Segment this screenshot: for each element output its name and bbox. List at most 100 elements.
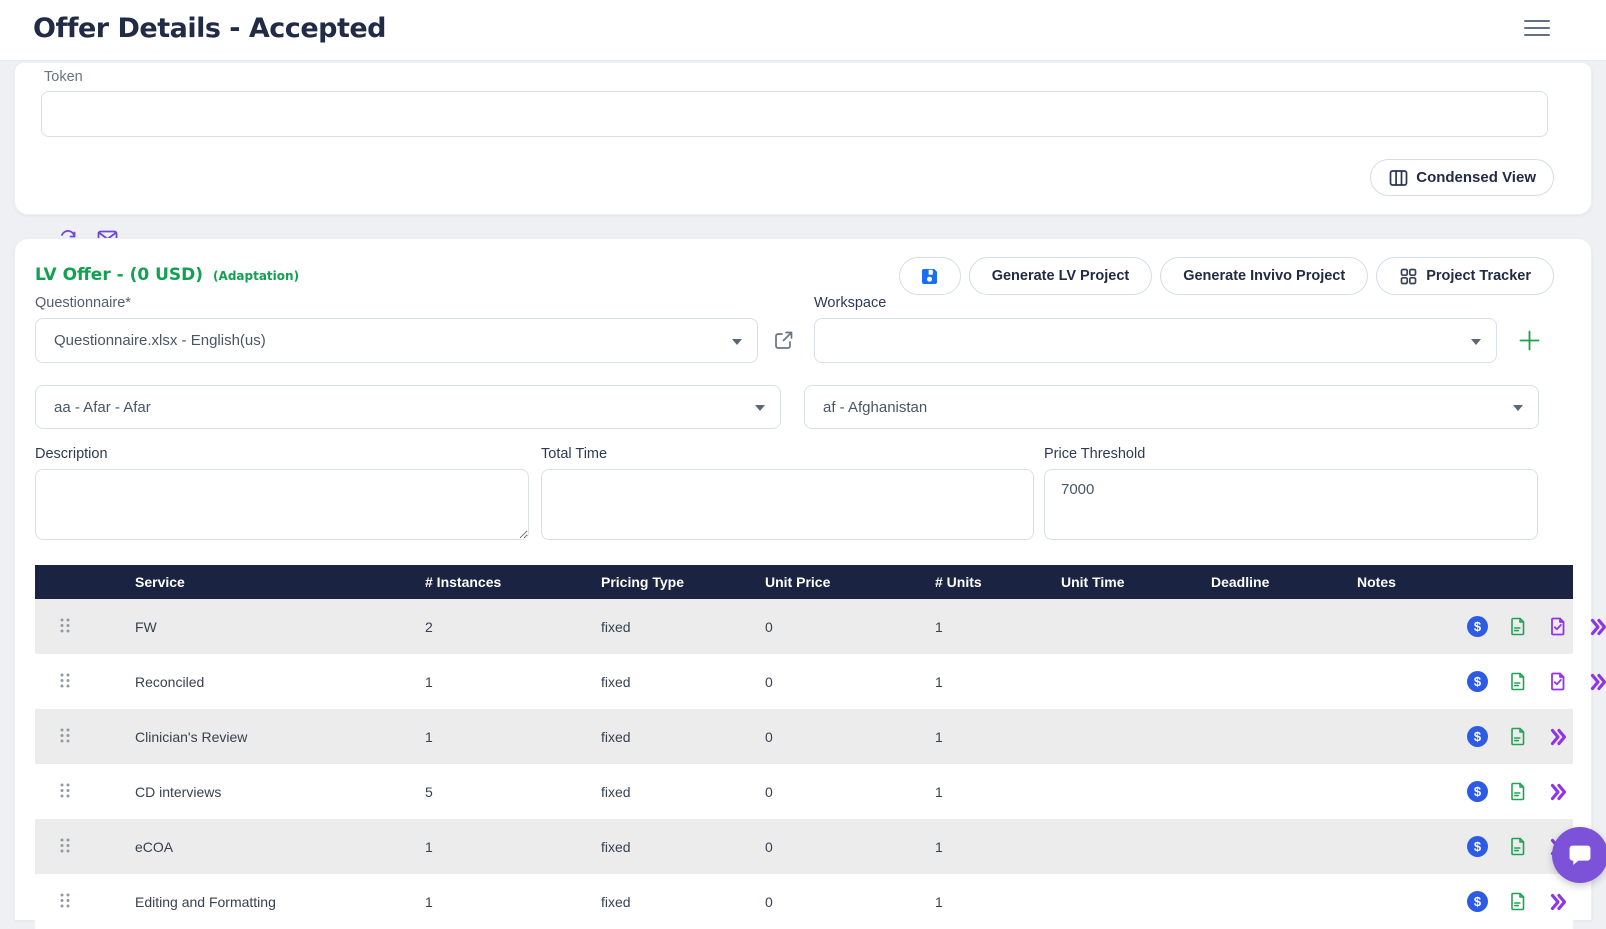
project-tracker-button[interactable]: Project Tracker xyxy=(1376,257,1554,295)
questionnaire-value: Questionnaire.xlsx - English(us) xyxy=(54,332,266,349)
table-row: Editing and Formatting 1 fixed 0 1 xyxy=(35,874,1573,929)
document-icon[interactable] xyxy=(1508,616,1528,637)
language-select[interactable]: aa - Afar - Afar xyxy=(35,385,781,429)
top-bar: Offer Details - Accepted xyxy=(0,0,1606,61)
description-textarea[interactable] xyxy=(35,469,529,540)
drag-handle-icon[interactable] xyxy=(59,617,71,637)
country-value: af - Afghanistan xyxy=(823,399,927,416)
unit-price-cell: 0 xyxy=(765,674,935,690)
expand-chevrons-icon[interactable] xyxy=(1548,727,1569,747)
document-check-icon[interactable] xyxy=(1548,671,1568,692)
service-cell: Clinician's Review xyxy=(135,729,425,745)
unit-price-cell: 0 xyxy=(765,894,935,910)
questionnaire-label: Questionnaire* xyxy=(35,295,131,311)
expand-chevrons-icon[interactable] xyxy=(1588,617,1606,637)
external-link-icon[interactable] xyxy=(772,329,795,357)
country-select[interactable]: af - Afghanistan xyxy=(804,385,1539,429)
drag-handle-icon[interactable] xyxy=(59,837,71,857)
price-dollar-icon[interactable] xyxy=(1467,726,1488,747)
condensed-view-button[interactable]: Condensed View xyxy=(1370,159,1554,196)
document-icon[interactable] xyxy=(1508,836,1528,857)
pricing-type-cell: fixed xyxy=(601,839,765,855)
save-icon xyxy=(919,266,940,287)
table-header-row: Service # Instances Pricing Type Unit Pr… xyxy=(35,565,1573,599)
service-cell: eCOA xyxy=(135,839,425,855)
service-cell: Editing and Formatting xyxy=(135,894,425,910)
table-row: eCOA 1 fixed 0 1 xyxy=(35,819,1573,874)
price-dollar-icon[interactable] xyxy=(1467,781,1488,802)
questionnaire-select[interactable]: Questionnaire.xlsx - English(us) xyxy=(35,318,758,363)
document-icon[interactable] xyxy=(1508,781,1528,802)
pricing-type-cell: fixed xyxy=(601,729,765,745)
pricing-type-cell: fixed xyxy=(601,674,765,690)
document-icon[interactable] xyxy=(1508,671,1528,692)
instances-cell: 5 xyxy=(425,784,601,800)
total-time-label: Total Time xyxy=(541,446,607,462)
drag-handle-icon[interactable] xyxy=(59,727,71,747)
generate-invivo-project-button[interactable]: Generate Invivo Project xyxy=(1160,257,1368,295)
save-button[interactable] xyxy=(899,257,961,295)
price-dollar-icon[interactable] xyxy=(1467,671,1488,692)
drag-handle-icon[interactable] xyxy=(59,782,71,802)
columns-icon xyxy=(1388,168,1409,188)
workspace-select[interactable] xyxy=(814,318,1497,363)
services-table: Service # Instances Pricing Type Unit Pr… xyxy=(35,565,1573,929)
table-row: FW 2 fixed 0 1 xyxy=(35,599,1573,654)
price-dollar-icon[interactable] xyxy=(1467,836,1488,857)
document-icon[interactable] xyxy=(1508,726,1528,747)
generate-lv-project-button[interactable]: Generate LV Project xyxy=(969,257,1153,295)
unit-price-cell: 0 xyxy=(765,839,935,855)
add-workspace-icon[interactable] xyxy=(1517,328,1542,358)
service-cell: FW xyxy=(135,619,425,635)
expand-chevrons-icon[interactable] xyxy=(1548,782,1569,802)
drag-handle-icon[interactable] xyxy=(59,672,71,692)
units-cell: 1 xyxy=(935,784,1061,800)
drag-handle-icon[interactable] xyxy=(59,892,71,912)
document-icon[interactable] xyxy=(1508,891,1528,912)
units-cell: 1 xyxy=(935,729,1061,745)
token-card: Token Condensed View xyxy=(14,62,1592,215)
description-label: Description xyxy=(35,446,108,462)
token-input[interactable] xyxy=(41,91,1548,137)
chevron-down-icon xyxy=(755,405,765,411)
offer-title: LV Offer - (0 USD)(Adaptation) xyxy=(35,265,299,285)
table-body: FW 2 fixed 0 1 xyxy=(35,599,1573,929)
chevron-down-icon xyxy=(1471,339,1481,345)
table-row: CD interviews 5 fixed 0 1 xyxy=(35,764,1573,819)
total-time-input[interactable] xyxy=(541,469,1034,540)
condensed-view-label: Condensed View xyxy=(1416,169,1536,186)
language-value: aa - Afar - Afar xyxy=(54,399,151,416)
instances-cell: 1 xyxy=(425,894,601,910)
document-check-icon[interactable] xyxy=(1548,616,1568,637)
price-threshold-input[interactable] xyxy=(1044,469,1538,540)
unit-price-cell: 0 xyxy=(765,784,935,800)
price-dollar-icon[interactable] xyxy=(1467,891,1488,912)
instances-cell: 2 xyxy=(425,619,601,635)
service-cell: CD interviews xyxy=(135,784,425,800)
price-threshold-label: Price Threshold xyxy=(1044,446,1145,462)
menu-icon[interactable] xyxy=(1524,20,1550,38)
offer-toolbar: Generate LV Project Generate Invivo Proj… xyxy=(899,257,1554,295)
expand-chevrons-icon[interactable] xyxy=(1548,892,1569,912)
col-units: # Units xyxy=(935,574,1061,590)
service-cell: Reconciled xyxy=(135,674,425,690)
col-notes: Notes xyxy=(1357,574,1467,590)
col-service: Service xyxy=(135,574,425,590)
units-cell: 1 xyxy=(935,674,1061,690)
grid-icon xyxy=(1399,267,1418,286)
price-dollar-icon[interactable] xyxy=(1467,616,1488,637)
instances-cell: 1 xyxy=(425,674,601,690)
expand-chevrons-icon[interactable] xyxy=(1588,672,1606,692)
instances-cell: 1 xyxy=(425,729,601,745)
unit-price-cell: 0 xyxy=(765,729,935,745)
col-unit-price: Unit Price xyxy=(765,574,935,590)
offer-card: LV Offer - (0 USD)(Adaptation) Generate … xyxy=(14,238,1592,920)
col-deadline: Deadline xyxy=(1211,574,1357,590)
units-cell: 1 xyxy=(935,894,1061,910)
offer-type-badge: (Adaptation) xyxy=(213,269,299,283)
chat-fab-button[interactable] xyxy=(1552,827,1606,883)
workspace-label: Workspace xyxy=(814,295,886,311)
units-cell: 1 xyxy=(935,839,1061,855)
pricing-type-cell: fixed xyxy=(601,894,765,910)
table-row: Clinician's Review 1 fixed 0 1 xyxy=(35,709,1573,764)
